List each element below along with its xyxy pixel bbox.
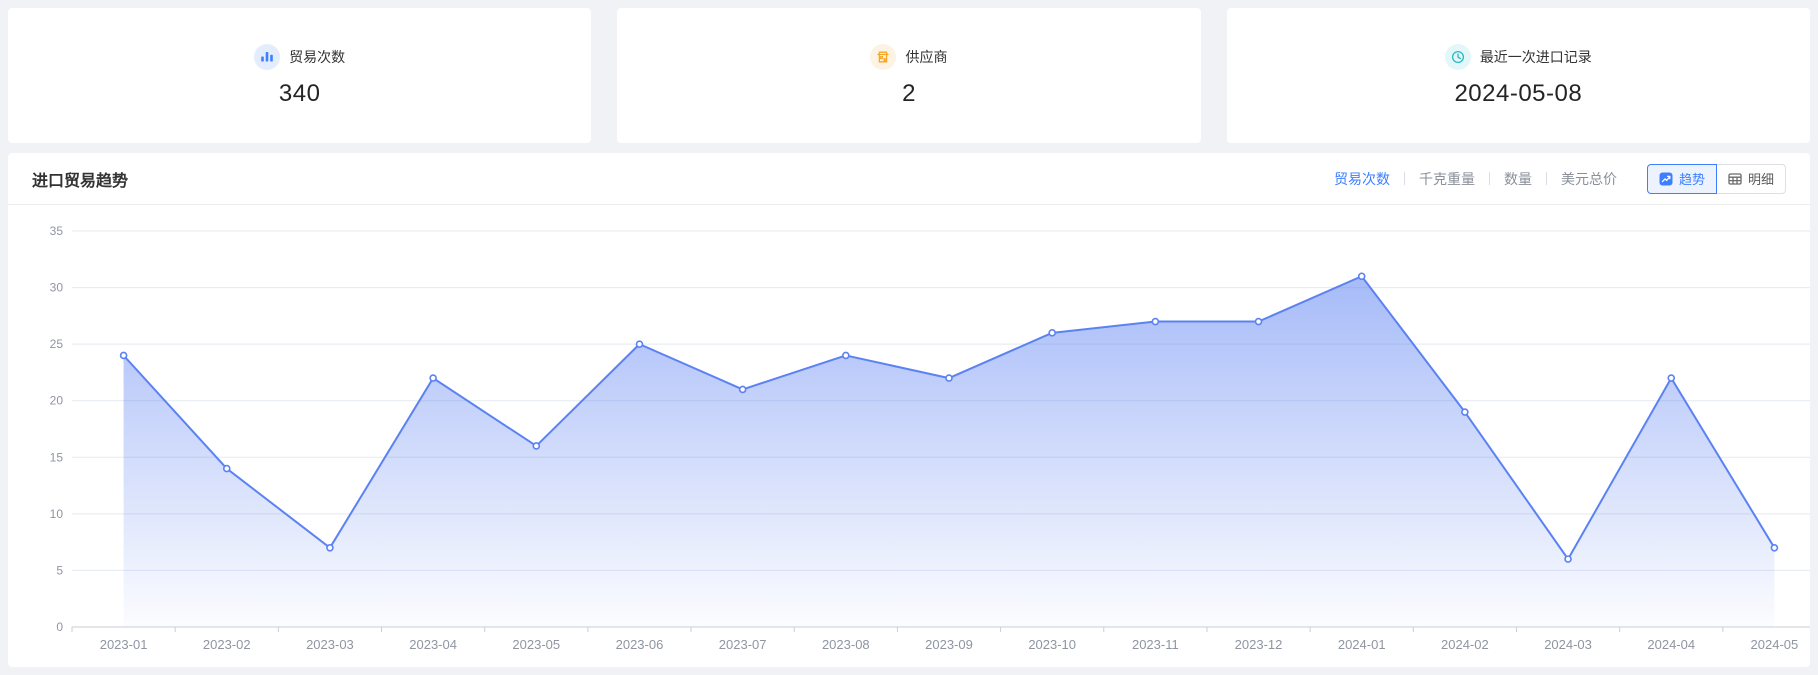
clock-icon	[1445, 44, 1471, 70]
svg-text:2023-08: 2023-08	[822, 637, 870, 652]
stat-label: 最近一次进口记录	[1480, 47, 1592, 67]
detail-view-label: 明细	[1748, 169, 1774, 188]
shop-icon	[870, 44, 896, 70]
stat-card-suppliers: 供应商 2	[617, 8, 1200, 143]
stat-label: 贸易次数	[289, 47, 345, 67]
import-trade-dashboard: 贸易次数 340 供应商 2	[0, 0, 1818, 675]
trend-view-button[interactable]: 趋势	[1647, 164, 1717, 194]
svg-text:2023-07: 2023-07	[719, 637, 767, 652]
view-toggle: 趋势 明细	[1647, 164, 1786, 194]
svg-text:2023-02: 2023-02	[203, 637, 251, 652]
stat-value: 340	[279, 80, 321, 108]
tab-quantity[interactable]: 数量	[1504, 169, 1532, 189]
svg-text:2024-04: 2024-04	[1647, 637, 1695, 652]
svg-text:15: 15	[50, 450, 64, 464]
tab-trade-count[interactable]: 贸易次数	[1334, 169, 1390, 189]
tab-divider	[1404, 172, 1405, 185]
tab-divider	[1489, 172, 1490, 185]
svg-text:2023-12: 2023-12	[1235, 637, 1283, 652]
svg-text:2023-04: 2023-04	[409, 637, 457, 652]
svg-text:2024-03: 2024-03	[1544, 637, 1592, 652]
table-icon	[1728, 172, 1742, 186]
svg-text:2024-02: 2024-02	[1441, 637, 1489, 652]
svg-text:2024-01: 2024-01	[1338, 637, 1386, 652]
stat-card-trade-count: 贸易次数 340	[8, 8, 591, 143]
trend-chart[interactable]: 0 5 10 15 20 25 30 35 2023-01 2023-02 2023-03 2023-…	[8, 205, 1810, 667]
svg-text:2023-09: 2023-09	[925, 637, 973, 652]
panel-title: 进口贸易趋势	[32, 167, 128, 191]
stats-row: 贸易次数 340 供应商 2	[8, 8, 1810, 143]
stat-card-header: 供应商	[870, 44, 947, 70]
stat-value: 2024-05-08	[1454, 80, 1582, 108]
trend-chart-svg: 0 5 10 15 20 25 30 35 2023-01 2023-02 2023-03 2023-…	[32, 205, 1810, 665]
stat-card-header: 最近一次进口记录	[1445, 44, 1592, 70]
svg-text:2024-05: 2024-05	[1751, 637, 1799, 652]
tab-kg-weight[interactable]: 千克重量	[1419, 169, 1475, 189]
svg-text:2023-06: 2023-06	[616, 637, 664, 652]
svg-text:10: 10	[50, 507, 64, 521]
svg-text:20: 20	[50, 394, 64, 408]
svg-text:2023-05: 2023-05	[512, 637, 560, 652]
bar-chart-icon	[254, 44, 280, 70]
svg-text:2023-11: 2023-11	[1132, 637, 1179, 652]
stat-card-last-import: 最近一次进口记录 2024-05-08	[1227, 8, 1810, 143]
svg-text:2023-10: 2023-10	[1028, 637, 1076, 652]
stat-label: 供应商	[905, 47, 947, 67]
svg-text:0: 0	[56, 620, 63, 634]
stat-card-header: 贸易次数	[254, 44, 345, 70]
trend-icon	[1659, 172, 1673, 186]
stat-value: 2	[902, 80, 916, 108]
detail-view-button[interactable]: 明细	[1716, 164, 1786, 194]
svg-text:35: 35	[50, 224, 64, 238]
svg-text:25: 25	[50, 337, 64, 351]
svg-text:2023-01: 2023-01	[100, 637, 148, 652]
svg-text:2023-03: 2023-03	[306, 637, 354, 652]
panel-header: 进口贸易趋势 贸易次数 千克重量 数量 美元总价	[8, 153, 1810, 205]
panel-controls: 贸易次数 千克重量 数量 美元总价	[1320, 164, 1786, 194]
tab-divider	[1546, 172, 1547, 185]
trend-view-label: 趋势	[1679, 169, 1705, 188]
svg-text:5: 5	[56, 563, 63, 577]
tab-usd-total[interactable]: 美元总价	[1561, 169, 1617, 189]
metric-tabs: 贸易次数 千克重量 数量 美元总价	[1320, 169, 1631, 189]
svg-text:30: 30	[50, 281, 64, 295]
import-trend-panel: 进口贸易趋势 贸易次数 千克重量 数量 美元总价	[8, 153, 1810, 667]
